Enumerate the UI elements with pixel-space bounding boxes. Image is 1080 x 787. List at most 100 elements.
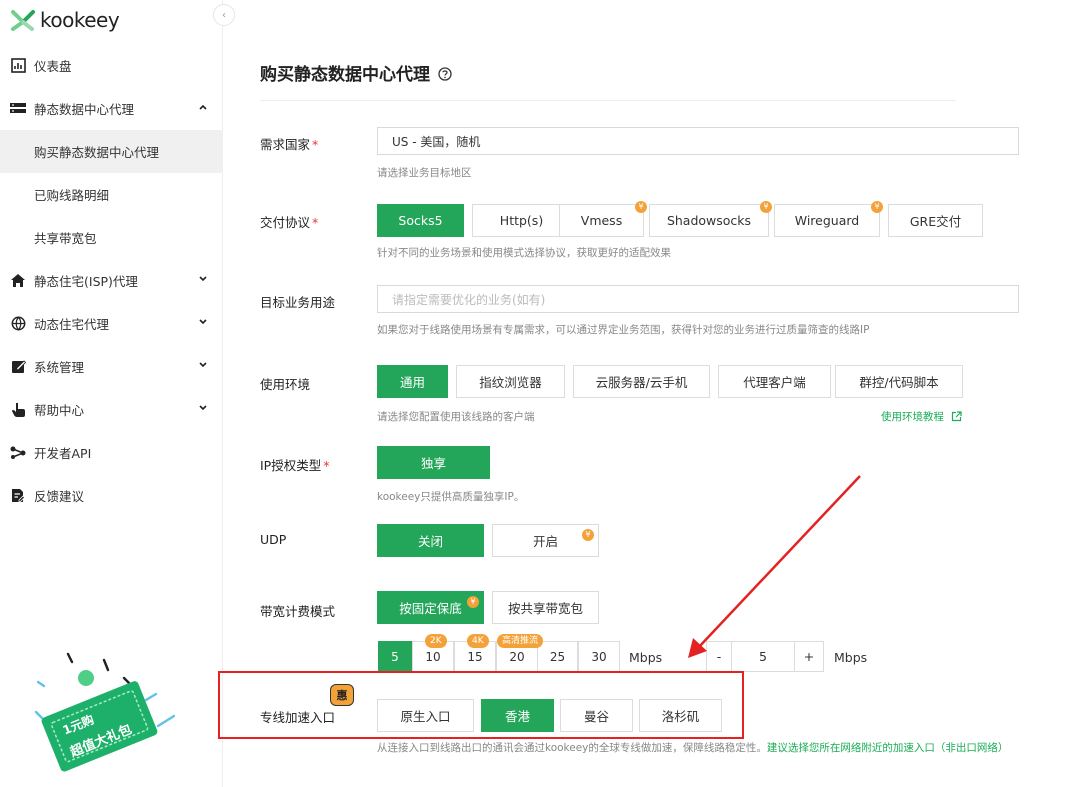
promo-gift-ticket[interactable]: 1元购 超值大礼包: [28, 648, 188, 778]
share-nodes-icon: [10, 445, 26, 461]
sidebar-item-label: 帮助中心: [34, 403, 85, 418]
bandwidth-tag-4k: 4K: [467, 634, 489, 648]
title-divider: [260, 100, 956, 101]
environment-option-fingerprint-browser[interactable]: 指纹浏览器: [456, 365, 565, 398]
environment-label: 使用环境: [260, 377, 311, 392]
accel-hint-text: 从连接入口到线路出口的通讯会通过kookeey的全球专线做加速，保障线路稳定性。: [377, 742, 767, 754]
sidebar-item-label: 反馈建议: [34, 489, 85, 504]
billing-option-fixed-guaranteed[interactable]: 按固定保底 ¥: [377, 591, 484, 624]
required-mark: *: [312, 215, 319, 230]
protocol-label-text: 交付协议: [260, 215, 311, 230]
udp-option-on[interactable]: 开启 ¥: [492, 524, 599, 557]
protocol-label: 交付协议 *: [260, 212, 318, 231]
sidebar-item-label: 静态数据中心代理: [34, 102, 135, 117]
ip-auth-hint: kookeey只提供高质量独享IP。: [377, 491, 525, 503]
help-circle-icon[interactable]: [438, 66, 452, 81]
protocol-option-vmess[interactable]: Vmess ¥: [559, 201, 647, 237]
sidebar-item-static-datacenter[interactable]: 静态数据中心代理: [0, 87, 223, 130]
protocol-option-https[interactable]: Http(s): [472, 204, 571, 237]
environment-option-cloud-server[interactable]: 云服务器/云手机: [573, 365, 710, 398]
billing-label: 带宽计费模式: [260, 604, 336, 619]
billing-option-shared-bandwidth[interactable]: 按共享带宽包: [492, 591, 599, 624]
feedback-doc-icon: [10, 488, 26, 504]
globe-icon: [10, 316, 26, 332]
premium-coin-icon: ¥: [582, 529, 594, 541]
protocol-option-gre[interactable]: GRE交付: [888, 204, 983, 237]
protocol-option-socks5[interactable]: Socks5: [377, 204, 464, 237]
environment-option-proxy-client[interactable]: 代理客户端: [718, 365, 831, 398]
chevron-up-icon: [197, 101, 209, 113]
purpose-label: 目标业务用途: [260, 295, 336, 310]
sidebar-item-dashboard[interactable]: 仪表盘: [0, 44, 223, 87]
bandwidth-option-30[interactable]: 30: [578, 641, 620, 672]
sidebar-subitem-label: 共享带宽包: [34, 231, 97, 246]
accel-hint-highlight: 建议选择您所在网络附近的加速入口（非出口网络）: [766, 742, 1009, 754]
udp-option-off[interactable]: 关闭: [377, 524, 484, 557]
country-label-text: 需求国家: [260, 137, 311, 152]
sidebar-item-label: 动态住宅代理: [34, 317, 110, 332]
accel-hint: 从连接入口到线路出口的通讯会通过kookeey的全球专线做加速，保障线路稳定性。…: [377, 740, 1008, 755]
sidebar-item-help-center[interactable]: 帮助中心: [0, 388, 223, 431]
page-title-text: 购买静态数据中心代理: [260, 65, 430, 85]
ip-auth-label-text: IP授权类型: [260, 458, 322, 473]
country-select[interactable]: US - 美国，随机: [377, 127, 1019, 155]
sidebar-item-developer-api[interactable]: 开发者API: [0, 431, 223, 474]
protocol-option-label: Wireguard: [794, 213, 860, 228]
premium-coin-icon: ¥: [467, 596, 479, 608]
environment-option-general[interactable]: 通用: [377, 365, 448, 398]
protocol-option-wireguard[interactable]: Wireguard ¥: [774, 201, 883, 237]
chevron-down-icon: [197, 359, 209, 371]
page-title: 购买静态数据中心代理: [260, 60, 452, 85]
bandwidth-stepper-input[interactable]: 5: [731, 641, 795, 672]
bandwidth-option-25[interactable]: 25: [537, 641, 578, 672]
sidebar-subitem-label: 已购线路明细: [34, 188, 110, 203]
sidebar-subitem-shared-bandwidth[interactable]: 共享带宽包: [0, 216, 223, 259]
sidebar-subitem-buy-static-datacenter[interactable]: 购买静态数据中心代理: [0, 130, 223, 173]
home-icon: [10, 273, 26, 289]
required-mark: *: [312, 137, 319, 152]
dashboard-chart-icon: [10, 58, 26, 74]
bandwidth-stepper-minus[interactable]: -: [706, 641, 732, 672]
bandwidth-option-5[interactable]: 5: [378, 641, 412, 672]
sidebar-collapse-button[interactable]: ‹: [213, 4, 235, 26]
environment-option-group-control[interactable]: 群控/代码脚本: [835, 365, 963, 398]
premium-coin-icon: ¥: [635, 201, 647, 213]
environment-hint: 请选择您配置使用该线路的客户端: [377, 411, 535, 423]
sidebar-item-dynamic-residential[interactable]: 动态住宅代理: [0, 302, 223, 345]
country-hint: 请选择业务目标地区: [377, 167, 472, 179]
sidebar-item-feedback[interactable]: 反馈建议: [0, 474, 223, 517]
udp-label: UDP: [260, 532, 287, 547]
protocol-option-label: Vmess: [580, 213, 623, 228]
required-mark: *: [323, 458, 330, 473]
brand-logo[interactable]: kookeey: [10, 6, 120, 34]
purpose-input[interactable]: 请指定需要优化的业务(如有): [377, 285, 1019, 313]
environment-tutorial-link-text: 使用环境教程: [881, 411, 944, 423]
udp-option-label: 开启: [532, 534, 558, 549]
hand-pointer-icon: [10, 402, 26, 418]
country-label: 需求国家 *: [260, 134, 318, 153]
accel-option-hongkong[interactable]: 香港: [481, 699, 554, 732]
ip-auth-option-exclusive[interactable]: 独享: [377, 446, 490, 479]
protocol-option-label: Shadowsocks: [666, 213, 752, 228]
accel-option-los-angeles[interactable]: 洛杉矶: [639, 699, 722, 732]
sidebar-item-label: 系统管理: [34, 360, 85, 375]
premium-coin-icon: ¥: [871, 201, 883, 213]
accel-option-native[interactable]: 原生入口: [377, 699, 474, 732]
environment-tutorial-link[interactable]: 使用环境教程: [881, 409, 962, 425]
protocol-option-shadowsocks[interactable]: Shadowsocks ¥: [649, 201, 772, 237]
sidebar-subitem-label: 购买静态数据中心代理: [34, 145, 160, 160]
sidebar-item-system-management[interactable]: 系统管理: [0, 345, 223, 388]
sidebar-item-label: 静态住宅(ISP)代理: [34, 274, 138, 289]
bandwidth-stepper-plus[interactable]: +: [794, 641, 824, 672]
sidebar-subitem-purchased-lines[interactable]: 已购线路明细: [0, 173, 223, 216]
external-link-icon: [951, 411, 962, 425]
chevron-down-icon: [197, 402, 209, 414]
chevron-left-icon: ‹: [222, 9, 226, 21]
accel-label: 专线加速入口: [260, 710, 336, 725]
stepper-unit: Mbps: [834, 650, 868, 665]
premium-coin-icon: ¥: [760, 201, 772, 213]
chevron-down-icon: [197, 316, 209, 328]
accel-option-bangkok[interactable]: 曼谷: [560, 699, 633, 732]
sidebar-item-static-residential-isp[interactable]: 静态住宅(ISP)代理: [0, 259, 223, 302]
purpose-hint: 如果您对于线路使用场景有专属需求，可以通过界定业务范围，获得针对您的业务进行过质…: [377, 324, 870, 336]
